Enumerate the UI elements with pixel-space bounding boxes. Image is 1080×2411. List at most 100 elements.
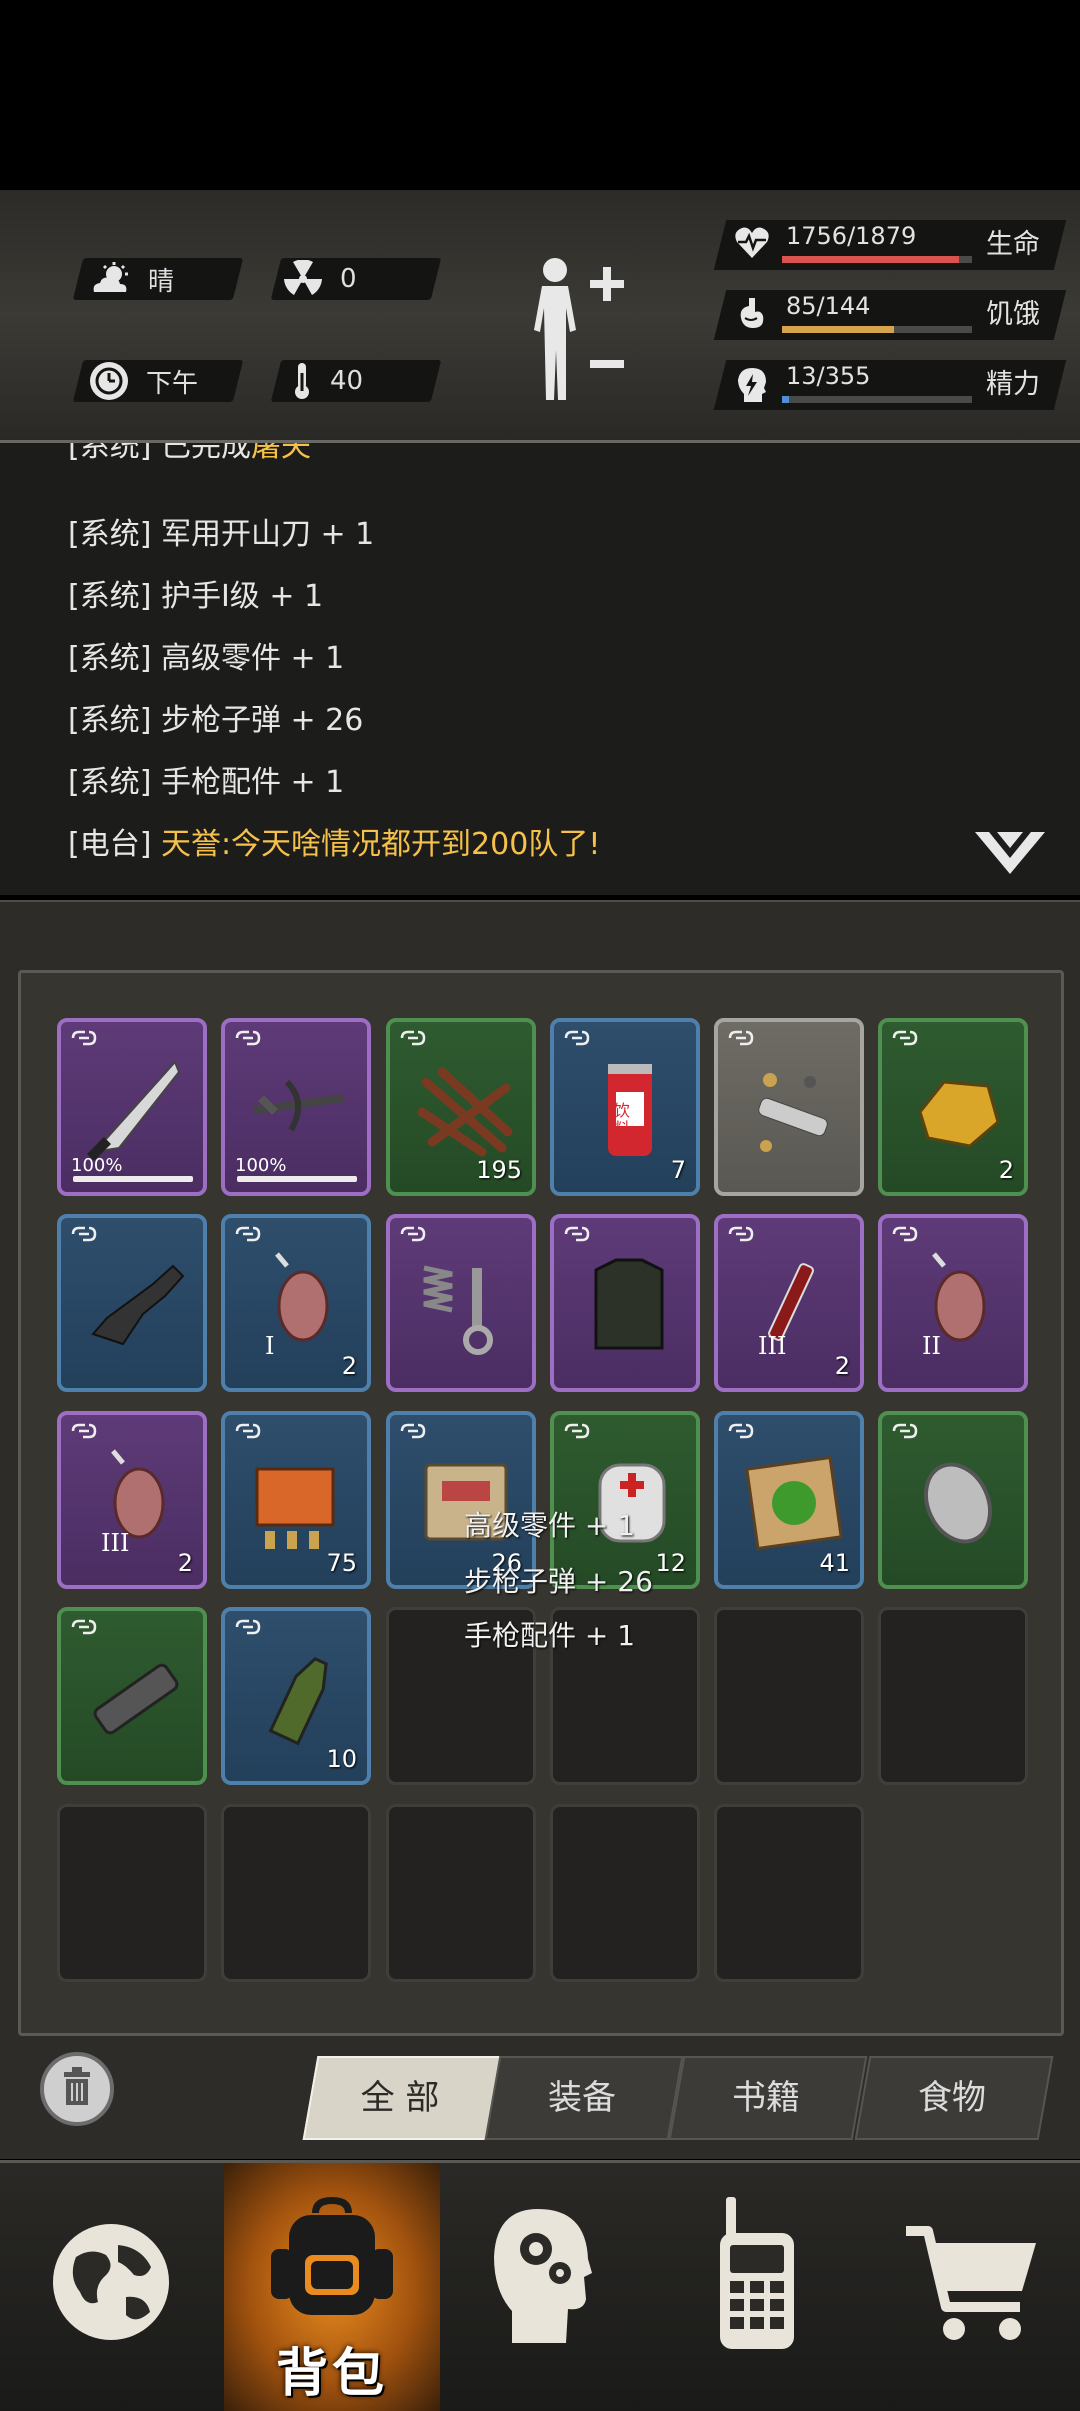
- inventory-slot-armor-vest[interactable]: [550, 1214, 700, 1392]
- stat-bar-fill: [782, 326, 895, 333]
- message-log[interactable]: [系统] 已完成屠夫 [系统] 军用开山刀 + 1 [系统] 护手I级 + 1 …: [0, 443, 1080, 895]
- head-bolt-icon: [734, 366, 770, 404]
- log-line: [系统] 手枪配件 + 1: [68, 765, 345, 800]
- inventory-slot-shotgun-shells[interactable]: 75: [221, 1411, 371, 1589]
- shopping-cart-icon: [906, 2226, 1036, 2340]
- inventory-slot-coin[interactable]: [878, 1411, 1028, 1589]
- gold-ore-icon: [918, 1080, 1000, 1148]
- nav-radio[interactable]: [648, 2163, 864, 2411]
- inventory-slot-wood-sticks[interactable]: 195: [386, 1018, 536, 1196]
- backpack-icon: [271, 2197, 393, 2315]
- hunger-bar: [782, 326, 972, 333]
- tier-label: III: [101, 1529, 130, 1557]
- globe-icon: [53, 2224, 169, 2340]
- link-icon: [892, 1030, 918, 1046]
- trash-button[interactable]: [40, 2052, 114, 2126]
- durability-bar: [73, 1176, 193, 1182]
- item-count: 41: [819, 1549, 850, 1577]
- tab-books-label: 书籍: [732, 2078, 800, 2118]
- log-line: [系统] 军用开山刀 + 1: [68, 517, 375, 552]
- link-icon: [400, 1423, 426, 1439]
- inventory-slot-empty[interactable]: [221, 1804, 371, 1982]
- trash-icon: [64, 2067, 90, 2105]
- temperature: 40: [292, 360, 363, 402]
- log-line-partial: [系统] 已完成屠夫: [68, 443, 311, 464]
- inventory-slot-meat-III[interactable]: III 2: [57, 1411, 207, 1589]
- inventory-slot-scrap-metal[interactable]: [714, 1018, 864, 1196]
- inventory-slot-empty[interactable]: [57, 1804, 207, 1982]
- nav-backpack[interactable]: 背包: [224, 2163, 440, 2411]
- stomach-icon: [734, 296, 770, 334]
- molotov-icon: [268, 1657, 328, 1746]
- health-value: 1756/1879: [786, 222, 917, 250]
- inventory-slot-soda-can[interactable]: 饮料 7: [550, 1018, 700, 1196]
- bottom-nav: 背包: [0, 2160, 1080, 2411]
- item-count: 12: [655, 1549, 686, 1577]
- coin-icon: [923, 1462, 993, 1544]
- link-icon: [400, 1226, 426, 1242]
- meat-III-icon: [111, 1449, 165, 1539]
- inventory-slot-crossbow[interactable]: 100%: [221, 1018, 371, 1196]
- temperature-value: 40: [330, 366, 364, 396]
- log-line: [系统] 步枪子弹 + 26: [68, 703, 364, 738]
- inventory-slot-herb-map[interactable]: 41: [714, 1411, 864, 1589]
- energy-label: 精力: [986, 369, 1040, 400]
- body-status-button[interactable]: [520, 250, 630, 410]
- inventory-slot-syringe-III[interactable]: III 2: [714, 1214, 864, 1392]
- health-label: 生命: [986, 229, 1040, 260]
- nav-skills[interactable]: [432, 2163, 648, 2411]
- brain-head-icon: [494, 2209, 592, 2343]
- thermometer-icon: [295, 363, 309, 399]
- nav-map[interactable]: [0, 2163, 216, 2411]
- inventory-slot-empty[interactable]: [386, 1804, 536, 1982]
- inventory-slot-muzzle-brake[interactable]: [57, 1607, 207, 1785]
- inventory-slot-molotov[interactable]: 10: [221, 1607, 371, 1785]
- hunger-value: 85/144: [786, 292, 871, 320]
- inventory-slot-meat-I[interactable]: I2: [221, 1214, 371, 1392]
- item-count: 195: [476, 1156, 522, 1184]
- inventory-slot-machete[interactable]: 100%: [57, 1018, 207, 1196]
- durability-bar: [237, 1176, 357, 1182]
- armor-vest-icon: [594, 1258, 664, 1350]
- weather-label: 晴: [148, 266, 175, 297]
- item-count: 2: [341, 1352, 357, 1380]
- status-bar: 晴 0 下午 40 1756/1879 生命 85/144 饥饿 13/355 …: [0, 190, 1080, 443]
- syringe-III-icon: [768, 1263, 814, 1341]
- inventory-slot-springs-bolts[interactable]: [386, 1214, 536, 1392]
- inventory-slot-empty[interactable]: [550, 1804, 700, 1982]
- link-icon: [892, 1226, 918, 1242]
- can-label: 饮料: [614, 1101, 631, 1138]
- tab-all-label: 全 部: [360, 2078, 440, 2118]
- shotgun-shells-icon: [255, 1467, 335, 1549]
- clock-icon: [90, 362, 128, 400]
- scrap-metal-icon: [758, 1073, 828, 1152]
- tier-label: II: [922, 1332, 941, 1360]
- herb-map-icon: [745, 1455, 843, 1551]
- wood-sticks-icon: [417, 1067, 513, 1157]
- link-icon: [400, 1030, 426, 1046]
- log-line-radio: [电台] 天誉:今天啥情况都开到200队了!: [68, 827, 601, 862]
- energy-bar: [782, 396, 972, 403]
- link-icon: [71, 1619, 97, 1635]
- tier-label: I: [265, 1332, 275, 1360]
- link-icon: [564, 1030, 590, 1046]
- pickup-toast: 高级零件 + 1: [464, 1509, 636, 1542]
- link-icon: [235, 1423, 261, 1439]
- nav-shop[interactable]: [864, 2163, 1080, 2411]
- expand-log-chevron-icon[interactable]: [975, 828, 1045, 878]
- log-line: [系统] 护手I级 + 1: [68, 579, 324, 614]
- item-count: 2: [834, 1352, 850, 1380]
- health-stat: 1756/1879 生命: [713, 220, 1067, 270]
- inventory-slot-empty[interactable]: [714, 1804, 864, 1982]
- weather: 晴: [90, 258, 174, 300]
- inventory-slot-empty[interactable]: [878, 1607, 1028, 1785]
- inventory-slot-empty[interactable]: [714, 1607, 864, 1785]
- inventory-slot-meat-II[interactable]: II: [878, 1214, 1028, 1392]
- inventory-slot-gold-ore[interactable]: 2: [878, 1018, 1028, 1196]
- inventory-slot-gun-part[interactable]: [57, 1214, 207, 1392]
- gun-part-icon: [91, 1264, 185, 1346]
- link-icon: [728, 1226, 754, 1242]
- link-icon: [892, 1423, 918, 1439]
- pickup-toast: 手枪配件 + 1: [464, 1619, 636, 1652]
- stat-bar-fill: [782, 256, 960, 263]
